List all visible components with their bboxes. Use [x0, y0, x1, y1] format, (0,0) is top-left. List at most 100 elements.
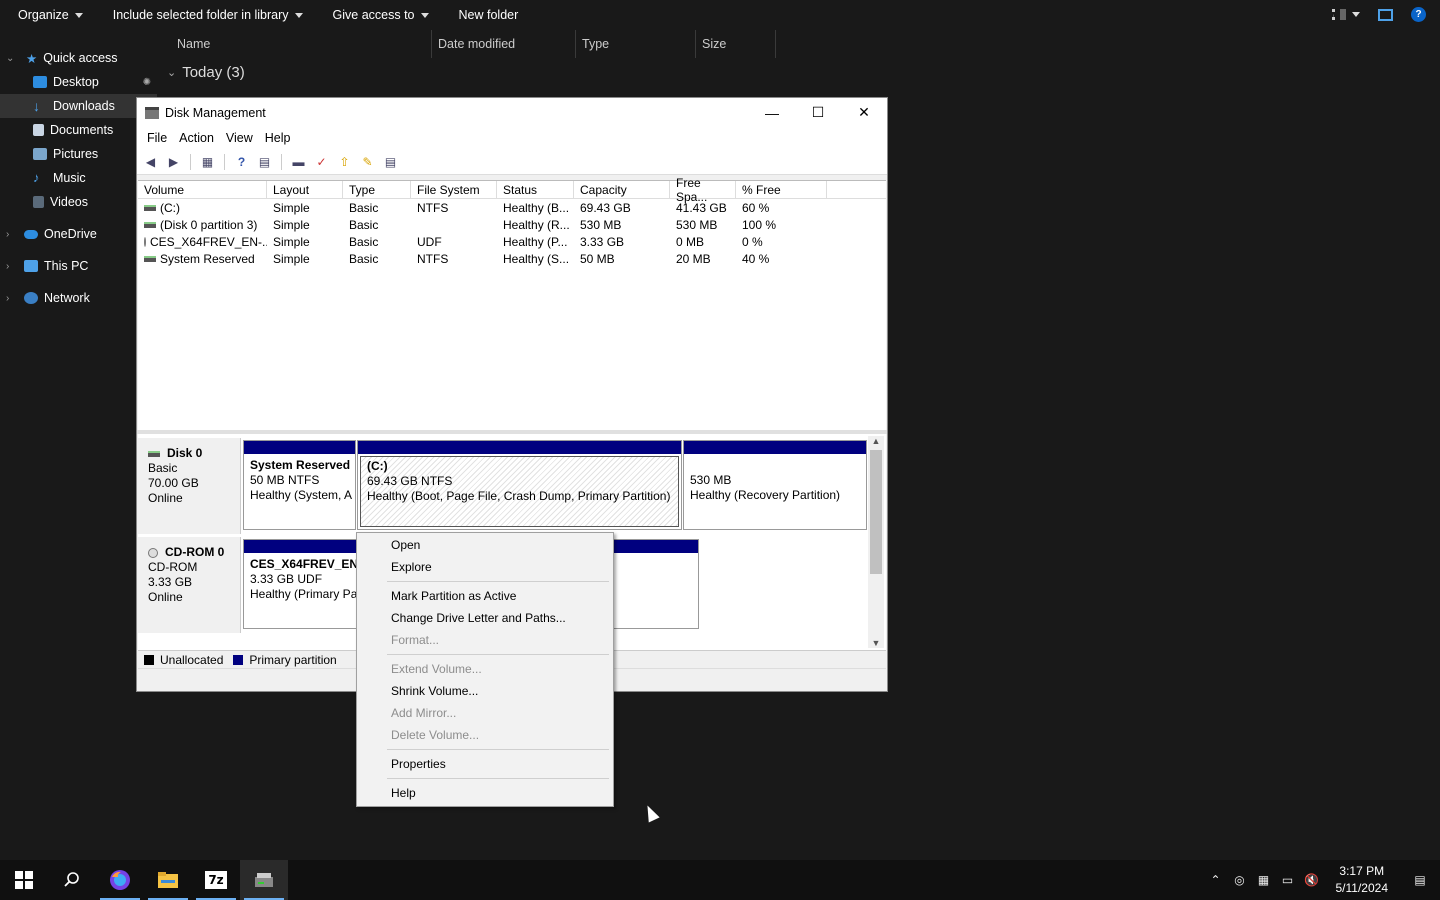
scroll-up-icon[interactable]: ▲	[868, 436, 884, 446]
menu-view[interactable]: View	[220, 131, 259, 145]
include-in-library-button[interactable]: Include selected folder in library	[113, 8, 303, 22]
nav-downloads[interactable]: ↓ Downloads	[0, 94, 157, 118]
close-button[interactable]: ✕	[841, 98, 887, 127]
header-percent-free[interactable]: % Free	[736, 181, 827, 199]
disk-0-label[interactable]: Disk 0 Basic 70.00 GB Online	[138, 438, 241, 534]
security-icon[interactable]: ▦	[1252, 873, 1276, 887]
help-book-icon[interactable]: ?	[232, 153, 251, 171]
header-free-space[interactable]: Free Spa...	[670, 176, 736, 204]
nav-videos[interactable]: Videos	[0, 190, 157, 214]
menu-item-delete-volume[interactable]: Delete Volume...	[391, 725, 479, 745]
nav-quick-access[interactable]: ⌄ ★ Quick access	[0, 46, 157, 70]
menu-item-explore[interactable]: Explore	[391, 557, 432, 577]
chevron-right-icon[interactable]: ›	[6, 261, 9, 272]
menu-item-mark-active[interactable]: Mark Partition as Active	[391, 586, 516, 606]
partition-recovery[interactable]: 530 MB Healthy (Recovery Partition)	[683, 440, 867, 530]
type-cell: Basic	[349, 251, 379, 266]
organize-button[interactable]: Organize	[18, 8, 83, 22]
back-icon[interactable]: ◀	[141, 153, 160, 171]
connect-icon[interactable]: ▬	[289, 153, 308, 171]
forward-icon[interactable]: ▶	[164, 153, 183, 171]
header-layout[interactable]: Layout	[267, 181, 343, 199]
menu-item-add-mirror[interactable]: Add Mirror...	[391, 703, 456, 723]
change-view-button[interactable]	[1332, 9, 1360, 20]
nav-this-pc[interactable]: › This PC	[0, 254, 157, 278]
type-cell: Basic	[349, 234, 379, 249]
partition-system-reserved[interactable]: System Reserved 50 MB NTFS Healthy (Syst…	[243, 440, 356, 530]
volume-muted-icon[interactable]: 🔇	[1300, 873, 1324, 887]
status-cell: Healthy (R...	[503, 217, 570, 232]
chevron-down-icon[interactable]: ⌄	[6, 53, 14, 64]
partition-c[interactable]: (C:) 69.43 GB NTFS Healthy (Boot, Page F…	[357, 440, 682, 530]
volume-row[interactable]: System Reserved Simple Basic NTFS Health…	[138, 250, 886, 267]
menu-item-format[interactable]: Format...	[391, 630, 439, 650]
navigation-pane: ⌄ ★ Quick access Desktop ✺ ↓ Downloads D…	[0, 30, 157, 860]
properties-icon[interactable]: ▤	[255, 153, 274, 171]
header-type[interactable]: Type	[343, 181, 411, 199]
nav-pictures[interactable]: Pictures	[0, 142, 157, 166]
check-icon[interactable]: ✓	[312, 153, 331, 171]
menu-item-help[interactable]: Help	[391, 783, 416, 803]
menu-file[interactable]: File	[141, 131, 173, 145]
up-folder-icon[interactable]: ⇧	[335, 153, 354, 171]
7zip-button[interactable]: 7z	[192, 860, 240, 900]
cd-drive-icon	[148, 547, 158, 558]
header-file-system[interactable]: File System	[411, 181, 497, 199]
layout-cell: Simple	[273, 217, 310, 232]
new-folder-button[interactable]: New folder	[459, 8, 519, 22]
nav-onedrive[interactable]: › OneDrive	[0, 222, 157, 246]
column-date-modified[interactable]: Date modified	[432, 30, 576, 58]
column-size[interactable]: Size	[696, 30, 776, 58]
notifications-icon[interactable]: ▤	[1400, 873, 1440, 887]
nav-desktop[interactable]: Desktop ✺	[0, 70, 157, 94]
minimize-button[interactable]: —	[749, 98, 795, 127]
start-button[interactable]	[0, 860, 48, 900]
meet-now-icon[interactable]: ◎	[1228, 873, 1252, 887]
file-explorer-button[interactable]	[144, 860, 192, 900]
scroll-thumb[interactable]	[870, 450, 882, 574]
volume-row[interactable]: CES_X64FREV_EN-... Simple Basic UDF Heal…	[138, 233, 886, 250]
column-type[interactable]: Type	[576, 30, 696, 58]
list-icon[interactable]: ▤	[381, 153, 400, 171]
give-access-button[interactable]: Give access to	[333, 8, 429, 22]
menu-item-change-drive-letter[interactable]: Change Drive Letter and Paths...	[391, 608, 566, 628]
menu-item-extend-volume[interactable]: Extend Volume...	[391, 659, 482, 679]
volume-row[interactable]: (Disk 0 partition 3) Simple Basic Health…	[138, 216, 886, 233]
clock[interactable]: 3:17 PM 5/11/2024	[1324, 863, 1401, 897]
help-icon[interactable]: ?	[1411, 7, 1426, 22]
context-menu: Open Explore Mark Partition as Active Ch…	[356, 532, 614, 807]
chevron-right-icon[interactable]: ›	[6, 229, 9, 240]
menu-help[interactable]: Help	[259, 131, 297, 145]
search-folder-icon[interactable]: ✎	[358, 153, 377, 171]
nav-network[interactable]: › Network	[0, 286, 157, 310]
network-icon[interactable]: ▭	[1276, 873, 1300, 887]
scroll-down-icon[interactable]: ▼	[868, 638, 884, 648]
menu-action[interactable]: Action	[173, 131, 220, 145]
volume-row[interactable]: (C:) Simple Basic NTFS Healthy (B... 69.…	[138, 199, 886, 216]
firefox-button[interactable]	[96, 860, 144, 900]
menu-item-shrink-volume[interactable]: Shrink Volume...	[391, 681, 478, 701]
search-button[interactable]	[48, 860, 96, 900]
menu-item-open[interactable]: Open	[391, 535, 420, 555]
nav-documents[interactable]: Documents	[0, 118, 157, 142]
group-header-today[interactable]: ⌄ Today (3)	[167, 64, 245, 81]
disk-management-taskbar-button[interactable]	[240, 860, 288, 900]
chevron-up-icon[interactable]: ⌃	[1204, 873, 1228, 887]
cloud-icon	[24, 229, 38, 239]
cdrom-0-label[interactable]: CD-ROM 0 CD-ROM 3.33 GB Online	[138, 537, 241, 633]
header-volume[interactable]: Volume	[138, 181, 267, 199]
preview-pane-icon[interactable]	[1378, 8, 1393, 21]
header-capacity[interactable]: Capacity	[574, 181, 670, 199]
toolbar-separator	[224, 153, 225, 170]
show-hide-console-icon[interactable]: ▦	[198, 153, 217, 171]
primary-swatch	[233, 654, 244, 665]
nav-music[interactable]: ♪ Music	[0, 166, 157, 190]
title-bar[interactable]: Disk Management — ☐ ✕	[137, 98, 887, 127]
chevron-right-icon[interactable]: ›	[6, 293, 9, 304]
menu-item-properties[interactable]: Properties	[391, 754, 446, 774]
maximize-button[interactable]: ☐	[795, 98, 841, 127]
column-name[interactable]: Name	[171, 30, 432, 58]
vertical-scrollbar[interactable]: ▲ ▼	[868, 436, 884, 648]
header-status[interactable]: Status	[497, 181, 574, 199]
download-icon: ↓	[33, 98, 40, 114]
